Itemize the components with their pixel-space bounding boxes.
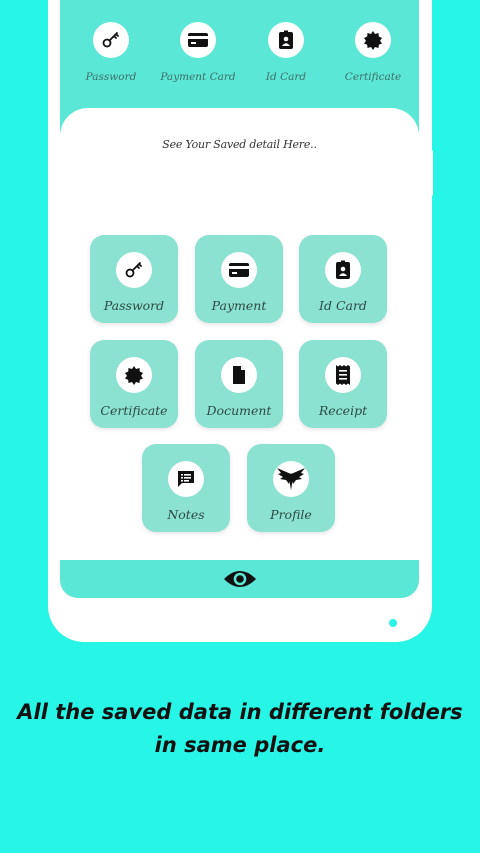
- tile-label: Certificate: [100, 403, 168, 418]
- badge-icon: [355, 22, 391, 58]
- caption-line-2: in same place.: [154, 733, 326, 757]
- top-item-certificate[interactable]: Certificate: [330, 22, 416, 83]
- notes-icon: [168, 461, 204, 497]
- key-icon: [93, 22, 129, 58]
- tile-label: Id Card: [319, 298, 367, 313]
- tile-label: Payment: [211, 298, 267, 313]
- top-item-label: Password: [85, 71, 137, 83]
- tile-id-card[interactable]: Id Card: [299, 235, 387, 323]
- card-icon: [180, 22, 216, 58]
- tile-label: Receipt: [318, 403, 368, 418]
- top-item-id-card[interactable]: Id Card: [243, 22, 329, 83]
- tile-password[interactable]: Password: [90, 235, 178, 323]
- tile-profile[interactable]: Profile: [247, 444, 335, 532]
- tile-label: Profile: [270, 507, 312, 522]
- bottom-bar: [60, 560, 419, 598]
- wings-logo-icon: [273, 461, 309, 497]
- tile-label: Password: [103, 298, 165, 313]
- tile-document[interactable]: Document: [195, 340, 283, 428]
- key-icon: [116, 252, 152, 288]
- receipt-icon: [325, 357, 361, 393]
- eye-icon[interactable]: [223, 568, 257, 590]
- badge-icon: [116, 357, 152, 393]
- top-item-password[interactable]: Password: [68, 22, 154, 83]
- tile-label: Notes: [167, 507, 205, 522]
- tile-notes[interactable]: Notes: [142, 444, 230, 532]
- document-icon: [221, 357, 257, 393]
- page-indicator-dot: [389, 619, 397, 627]
- tile-receipt[interactable]: Receipt: [299, 340, 387, 428]
- id-card-icon: [325, 252, 361, 288]
- page-subtitle: See Your Saved detail Here..: [162, 138, 317, 151]
- top-item-label: Id Card: [265, 71, 307, 83]
- card-icon: [221, 252, 257, 288]
- tile-payment[interactable]: Payment: [195, 235, 283, 323]
- promo-caption: All the saved data in different folders …: [0, 696, 480, 762]
- top-item-payment-card[interactable]: Payment Card: [155, 22, 241, 83]
- tile-label: Document: [206, 403, 272, 418]
- phone-side-button: [428, 150, 433, 196]
- tile-certificate[interactable]: Certificate: [90, 340, 178, 428]
- top-item-label: Payment Card: [160, 71, 236, 83]
- caption-line-1: All the saved data in different folders: [17, 700, 463, 724]
- top-item-label: Certificate: [344, 71, 402, 83]
- id-card-icon: [268, 22, 304, 58]
